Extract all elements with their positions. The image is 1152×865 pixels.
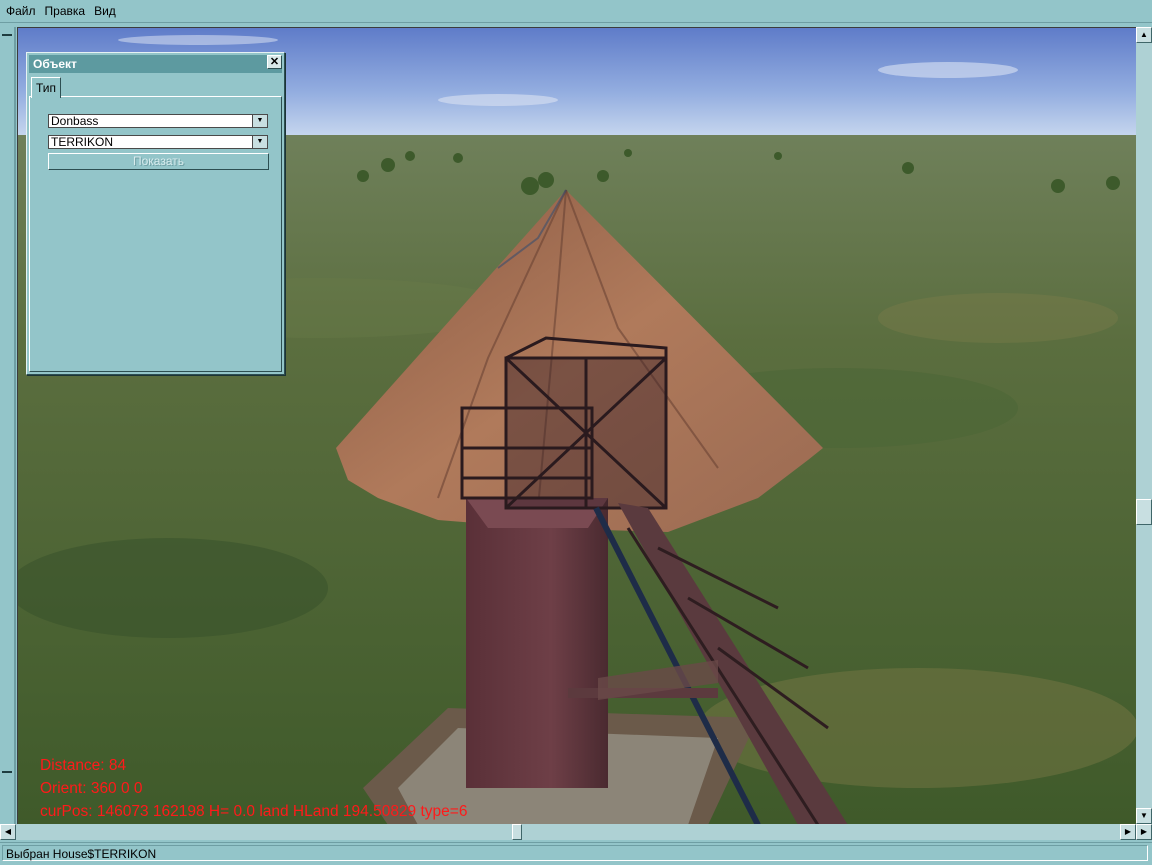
hud-orient: Orient: 360 0 0 [40, 780, 143, 797]
status-bar: Выбран House$TERRIKON [0, 842, 1152, 865]
scroll-right-end-button[interactable]: ▶ [1136, 824, 1152, 840]
menu-file[interactable]: Файл [0, 0, 40, 22]
region-select-value: Donbass [51, 114, 99, 128]
horizontal-scrollbar[interactable]: ◀ ▶ ▶ [0, 824, 1152, 840]
scroll-up-button[interactable]: ▲ [1136, 27, 1152, 43]
gutter-tick-bottom [2, 771, 12, 773]
object-panel: Объект ✕ Тип Donbass ▼ TERRIKON ▼ Показа… [26, 52, 285, 375]
type-select[interactable]: TERRIKON ▼ [48, 135, 268, 149]
gutter-edge [14, 27, 16, 824]
vertical-scrollbar[interactable]: ▲ ▼ [1136, 27, 1152, 824]
menu-edit[interactable]: Правка [40, 0, 90, 22]
status-text: Выбран House$TERRIKON [2, 845, 1148, 861]
tab-type[interactable]: Тип [31, 77, 61, 98]
horizontal-scroll-thumb[interactable] [512, 824, 522, 840]
menu-view[interactable]: Вид [89, 0, 120, 22]
gutter-tick-top [2, 34, 12, 36]
type-select-value: TERRIKON [51, 135, 114, 149]
menu-bar: Файл Правка Вид [0, 0, 1152, 23]
scroll-left-button[interactable]: ◀ [0, 824, 16, 840]
chevron-down-icon[interactable]: ▼ [252, 136, 267, 148]
panel-title[interactable]: Объект [29, 55, 282, 73]
scroll-down-button[interactable]: ▼ [1136, 808, 1152, 824]
scroll-right-button[interactable]: ▶ [1120, 824, 1136, 840]
chevron-down-icon[interactable]: ▼ [252, 115, 267, 127]
left-gutter [0, 27, 16, 824]
tab-content: Donbass ▼ TERRIKON ▼ Показать [29, 96, 282, 372]
show-button[interactable]: Показать [48, 153, 269, 170]
region-select[interactable]: Donbass ▼ [48, 114, 268, 128]
vertical-scroll-thumb[interactable] [1136, 499, 1152, 525]
hud-distance: Distance: 84 [40, 757, 127, 774]
hud-cur-pos: curPos: 146073 162198 H= 0.0 land HLand … [40, 803, 468, 820]
close-icon[interactable]: ✕ [267, 55, 282, 69]
